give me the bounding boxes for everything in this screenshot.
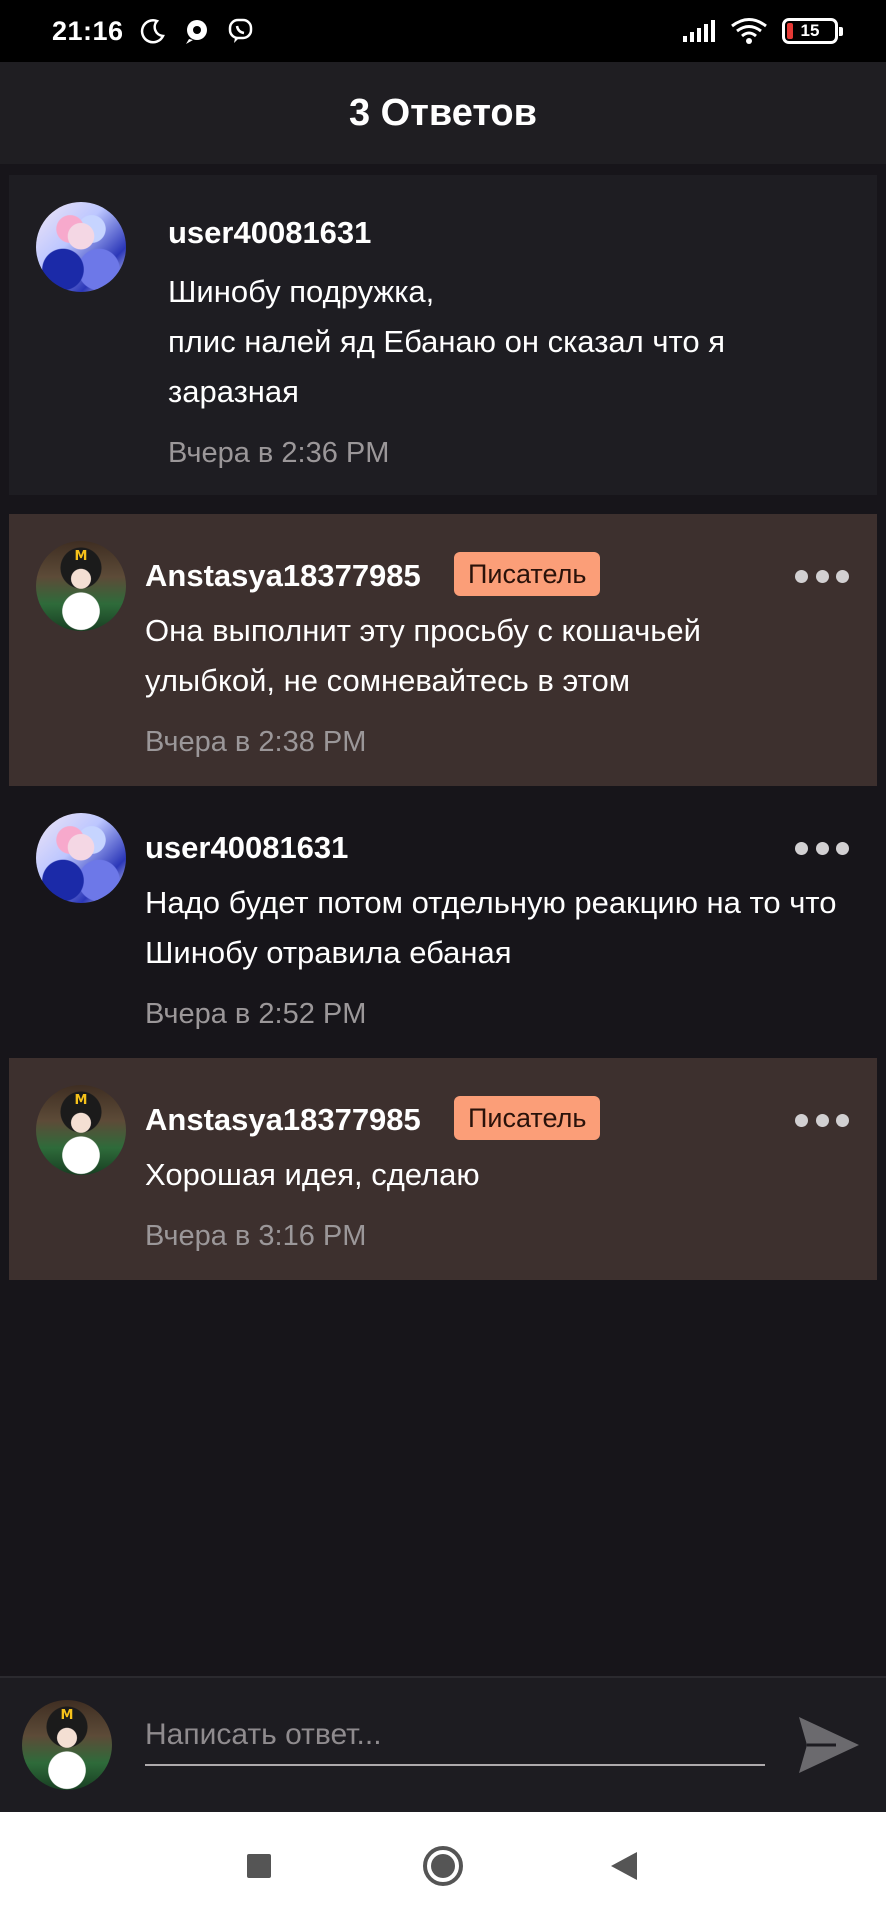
more-options-icon[interactable] [795, 1113, 849, 1127]
viber-icon [226, 16, 256, 46]
signal-icon [682, 16, 716, 46]
comment-timestamp: Вчера в 2:36 PM [168, 437, 390, 469]
reply-username[interactable]: Anstasya18377985 [145, 1102, 421, 1138]
back-triangle-icon[interactable] [602, 1844, 646, 1888]
reply-item: M Anstasya18377985 Писатель Хорошая идея… [9, 1058, 877, 1280]
avatar[interactable] [36, 202, 126, 292]
status-bar: 21:16 15 [0, 0, 886, 62]
battery-level-fill [787, 23, 793, 39]
reply-username[interactable]: user40081631 [145, 830, 348, 866]
comment-username[interactable]: user40081631 [168, 215, 371, 251]
avatar[interactable] [36, 813, 126, 903]
reply-text: Надо будет потом отдельную реакцию на то… [145, 885, 837, 970]
more-options-icon[interactable] [795, 569, 849, 583]
reply-timestamp: Вчера в 3:16 PM [145, 1220, 367, 1252]
mcdonalds-logo: M [74, 549, 88, 564]
mcdonalds-logo: M [60, 1708, 74, 1723]
moon-icon [138, 16, 168, 46]
home-circle-icon[interactable] [421, 1844, 465, 1888]
battery-icon: 15 [782, 18, 843, 44]
reply-composer: M [0, 1676, 886, 1812]
system-nav-bar [0, 1812, 886, 1920]
replies-header: 3 Ответов [0, 62, 886, 164]
page-title: 3 Ответов [348, 91, 538, 134]
reply-timestamp: Вчера в 2:52 PM [145, 998, 367, 1030]
wifi-icon [730, 16, 768, 46]
status-time: 21:16 [52, 15, 124, 46]
avatar[interactable]: M [36, 1085, 126, 1175]
avatar[interactable]: M [36, 541, 126, 631]
reply-item: M Anstasya18377985 Писатель Она выполнит… [9, 514, 877, 786]
writer-badge: Писатель [454, 552, 601, 596]
reply-item: user40081631 Надо будет потом отдельную … [9, 786, 877, 1058]
reply-text: Она выполнит эту просьбу с кошачьей улыб… [145, 613, 701, 698]
reply-timestamp: Вчера в 2:38 PM [145, 726, 367, 758]
recents-square-icon[interactable] [237, 1844, 281, 1888]
current-user-avatar: M [22, 1700, 112, 1790]
root-comment: user40081631 Шинобу подружка, плис налей… [9, 175, 877, 495]
reply-text: Хорошая идея, сделаю [145, 1157, 480, 1192]
send-icon[interactable] [796, 1714, 862, 1776]
more-options-icon[interactable] [795, 841, 849, 855]
comment-text: Шинобу подружка, плис налей яд Ебанаю он… [168, 274, 726, 409]
reply-username[interactable]: Anstasya18377985 [145, 558, 421, 594]
writer-badge: Писатель [454, 1096, 601, 1140]
battery-level: 15 [800, 21, 820, 40]
mcdonalds-logo: M [74, 1093, 88, 1108]
reply-input[interactable] [145, 1706, 765, 1766]
chat-bubble-icon [182, 16, 212, 46]
